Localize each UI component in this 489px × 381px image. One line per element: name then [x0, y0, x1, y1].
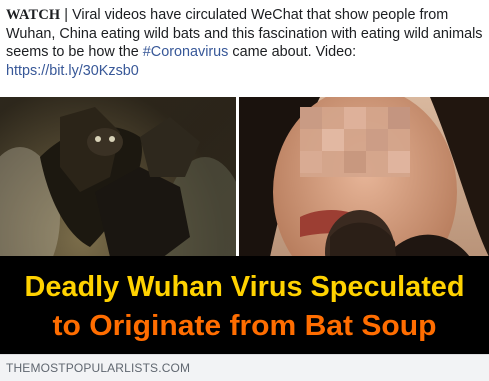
post-separator: |	[60, 7, 73, 23]
post-lead-label: WATCH	[6, 7, 61, 23]
headline-line-1: Deadly Wuhan Virus Speculated	[25, 271, 465, 303]
coronavirus-hashtag-link[interactable]: #Coronavirus	[143, 44, 229, 60]
headline-line-2: to Originate from Bat Soup	[53, 310, 437, 342]
link-domain: THEMOSTPOPULARLISTS.COM	[6, 361, 191, 375]
post-message: WATCH | Viral videos have circulated WeC…	[6, 6, 484, 80]
preview-photo-collage: Deadly Wuhan Virus Speculated to Origina…	[0, 97, 489, 354]
video-link[interactable]: https://bit.ly/30Kzsb0	[6, 63, 139, 79]
facebook-post: WATCH | Viral videos have circulated WeC…	[0, 0, 489, 381]
post-body-text-end: came about. Video:	[228, 44, 357, 61]
link-preview-image[interactable]: Deadly Wuhan Virus Speculated to Origina…	[0, 97, 489, 354]
link-preview-footer[interactable]: THEMOSTPOPULARLISTS.COM	[0, 354, 489, 381]
